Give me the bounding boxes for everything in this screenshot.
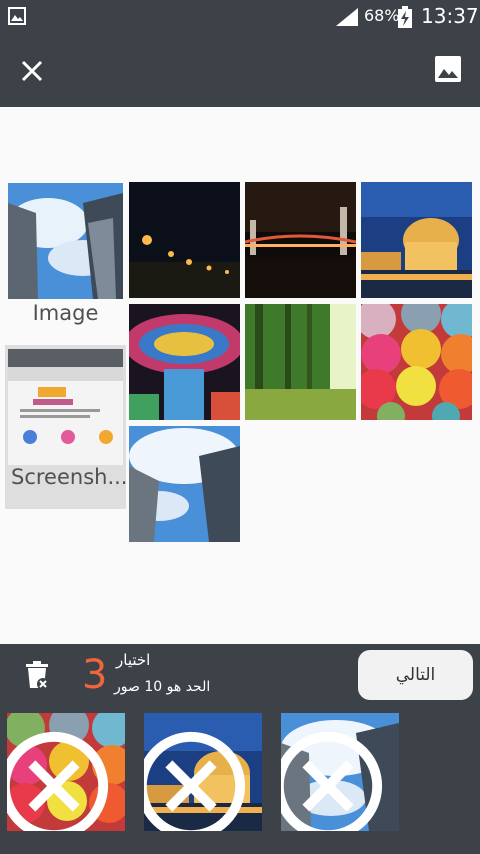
gallery-notification-icon bbox=[8, 7, 26, 25]
photo-tile[interactable] bbox=[129, 304, 240, 420]
selected-photo[interactable] bbox=[144, 713, 262, 831]
selected-photos-strip bbox=[0, 707, 480, 854]
folder-image[interactable]: Image bbox=[5, 181, 126, 345]
folder-label: Screensh... bbox=[11, 465, 126, 489]
delete-all-icon[interactable] bbox=[24, 660, 50, 690]
photo-tile[interactable] bbox=[129, 426, 240, 542]
selection-bar: 3 اختيار الحد هو 10 صور التالي bbox=[0, 644, 480, 707]
selected-photo[interactable] bbox=[7, 713, 125, 831]
folder-thumbnail bbox=[8, 183, 123, 299]
clock: 13:37 bbox=[421, 4, 479, 28]
folder-screenshots[interactable]: Screensh... bbox=[5, 345, 126, 509]
photo-tile[interactable] bbox=[245, 304, 356, 420]
photo-tile[interactable] bbox=[129, 182, 240, 298]
selected-photo[interactable] bbox=[281, 713, 399, 831]
image-icon[interactable] bbox=[432, 53, 464, 85]
remove-icon[interactable] bbox=[144, 727, 250, 831]
photo-tile[interactable] bbox=[245, 182, 356, 298]
top-toolbar bbox=[0, 33, 480, 107]
photo-picker-grid: Image Screensh... bbox=[0, 107, 480, 644]
next-button[interactable]: التالي bbox=[358, 650, 473, 700]
selected-count: 3 bbox=[82, 652, 108, 698]
battery-percent: 68% bbox=[364, 6, 400, 25]
photo-tile[interactable] bbox=[361, 304, 472, 420]
status-bar: 68% 13:37 bbox=[0, 0, 480, 33]
battery-charging-icon bbox=[398, 6, 412, 28]
photo-tile[interactable] bbox=[361, 182, 472, 298]
folder-label: Image bbox=[32, 301, 99, 325]
selection-limit: الحد هو 10 صور bbox=[114, 679, 211, 695]
signal-icon bbox=[336, 8, 358, 26]
remove-icon[interactable] bbox=[7, 727, 113, 831]
close-icon[interactable] bbox=[14, 53, 50, 89]
selection-label: اختيار bbox=[116, 651, 151, 669]
remove-icon[interactable] bbox=[281, 727, 387, 831]
folder-thumbnail bbox=[8, 349, 123, 465]
